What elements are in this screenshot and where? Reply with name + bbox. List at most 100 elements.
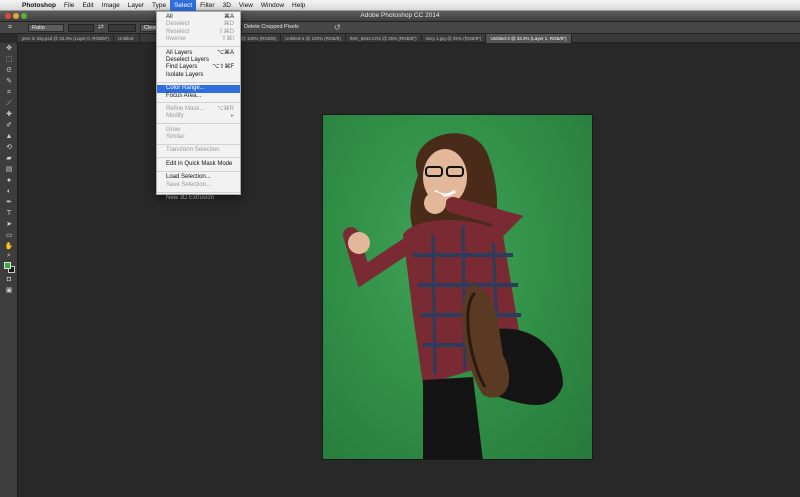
ratio-dropdown[interactable]: Ratio xyxy=(28,24,64,32)
menu-item-label: Focus Area... xyxy=(166,92,202,99)
menu-item-label: Color Range... xyxy=(166,85,205,92)
doc-tab[interactable]: Untitled-2 @ 100% (RGB/8) xyxy=(281,34,346,43)
blur-icon[interactable]: ● xyxy=(3,177,15,185)
menu-item-label: Edit in Quick Mask Mode xyxy=(166,160,233,167)
screen-mode-icon[interactable]: ▣ xyxy=(3,287,15,295)
menu-item-refine-mask: Refine Mask... ⌥⌘R xyxy=(157,106,240,113)
menu-item-edit-in-quick-mask-mode[interactable]: Edit in Quick Mask Mode xyxy=(157,161,240,168)
ratio-height-field[interactable] xyxy=(108,24,136,32)
menu-item-label: Find Layers xyxy=(166,64,198,71)
window-titlebar: Adobe Photoshop CC 2014 xyxy=(0,11,800,22)
menu-item-color-range[interactable]: Color Range... xyxy=(157,85,240,93)
menu-item-label: Deselect Layers xyxy=(166,56,210,63)
delete-cropped-label: Delete Cropped Pixels xyxy=(244,24,299,30)
eraser-icon[interactable]: ▰ xyxy=(3,155,15,163)
menu-item-similar: Similar xyxy=(157,134,240,141)
menu-item-grow: Grow xyxy=(157,127,240,134)
document-tabs: jenn in Sky.psd @ 33.3% (Layer 0, RGB/8*… xyxy=(18,34,800,43)
menu-file[interactable]: File xyxy=(60,0,78,11)
pen-icon[interactable]: ✒ xyxy=(3,199,15,207)
hand-icon[interactable]: ✋ xyxy=(3,243,15,251)
menu-separator xyxy=(157,191,240,193)
menu-help[interactable]: Help xyxy=(288,0,309,11)
menubar: Photoshop File Edit Image Layer Type Sel… xyxy=(0,0,800,11)
doc-tab[interactable]: IMG_6844.CR2 @ 25% (RGB/8*) xyxy=(346,34,422,43)
menu-image[interactable]: Image xyxy=(98,0,124,11)
menu-type[interactable]: Type xyxy=(148,0,170,11)
menu-photoshop[interactable]: Photoshop xyxy=(18,0,60,11)
select-menu-dropdown: All ⌘A Deselect ⌘D Reselect ⇧⌘D Inverse ⇧⌘I All … xyxy=(156,11,241,201)
menu-item-label: Deselect xyxy=(166,21,190,28)
ratio-width-field[interactable] xyxy=(68,24,94,32)
menu-item-transform-selection: Transform Selection xyxy=(157,147,240,154)
menu-view[interactable]: View xyxy=(235,0,257,11)
doc-tab[interactable]: sexy 1.jpg @ 25% (RGB/8*) xyxy=(422,34,487,43)
menu-separator xyxy=(157,157,240,159)
quick-select-icon[interactable]: ✎ xyxy=(3,78,15,86)
menu-item-label: All xyxy=(166,14,173,20)
menu-separator xyxy=(157,170,240,172)
menu-item-save-selection: Save Selection... xyxy=(157,182,240,189)
doc-tab[interactable]: jenn in Sky.psd @ 33.3% (Layer 0, RGB/8*… xyxy=(18,34,115,43)
menu-separator xyxy=(157,46,240,48)
dodge-icon[interactable]: ◐ xyxy=(3,188,15,196)
menu-item-label: Load Selection... xyxy=(166,174,211,181)
menu-separator xyxy=(157,143,240,145)
document-photo[interactable] xyxy=(322,114,593,460)
healing-icon[interactable]: ✚ xyxy=(3,111,15,119)
crop-icon[interactable]: ⌗ xyxy=(3,89,15,97)
eyedropper-icon[interactable]: ⟋ xyxy=(3,100,15,108)
menu-edit[interactable]: Edit xyxy=(78,0,97,11)
menu-item-isolate-layers[interactable]: Isolate Layers xyxy=(157,72,240,79)
brush-icon[interactable]: ✐ xyxy=(3,122,15,130)
menu-item-find-layers[interactable]: Find Layers ⌥⇧⌘F xyxy=(157,64,240,71)
menu-item-label: Similar xyxy=(166,134,185,141)
menu-window[interactable]: Window xyxy=(257,0,288,11)
menu-item-all-layers[interactable]: All Layers ⌥⌘A xyxy=(157,50,240,57)
move-icon[interactable]: ✥ xyxy=(3,45,15,53)
menu-item-shortcut: ⌘D xyxy=(223,21,234,28)
menu-item-focus-area[interactable]: Focus Area... xyxy=(157,93,240,100)
menu-item-label: Refine Mask... xyxy=(166,105,205,112)
marquee-icon[interactable]: ⬚ xyxy=(3,56,15,64)
menu-item-modify: Modify ▸ xyxy=(157,113,240,120)
foreground-color-swatch[interactable] xyxy=(4,262,11,269)
doc-tab-active[interactable]: Untitled-3 @ 33.3% (Layer 1, RGB/8*) xyxy=(486,34,572,43)
menu-item-shortcut: ⌥⌘A xyxy=(217,49,234,56)
menu-filter[interactable]: Filter xyxy=(196,0,218,11)
menu-item-shortcut: ⌥⇧⌘F xyxy=(212,64,234,71)
menu-separator xyxy=(157,102,240,104)
menu-item-load-selection[interactable]: Load Selection... xyxy=(157,174,240,181)
lasso-icon[interactable]: ᘓ xyxy=(3,67,15,75)
menu-item-deselect: Deselect ⌘D xyxy=(157,21,240,28)
photo-illustration xyxy=(343,133,563,459)
menu-item-label: Isolate Layers xyxy=(166,71,204,78)
path-select-icon[interactable]: ➤ xyxy=(3,221,15,229)
window-title: Adobe Photoshop CC 2014 xyxy=(360,12,440,19)
submenu-arrow-icon: ▸ xyxy=(230,113,234,120)
doc-tab[interactable]: Untitled- xyxy=(114,34,140,43)
gradient-icon[interactable]: ▤ xyxy=(3,166,15,174)
menu-3d[interactable]: 3D xyxy=(219,0,235,11)
menu-separator xyxy=(157,81,240,83)
menu-item-shortcut: ⌥⌘R xyxy=(216,105,234,112)
menu-item-label: Grow xyxy=(166,126,181,133)
menu-separator xyxy=(157,123,240,125)
menu-item-label: Modify xyxy=(166,113,184,120)
zoom-icon[interactable]: ⌕ xyxy=(3,252,15,260)
canvas-area[interactable] xyxy=(18,43,800,497)
type-icon[interactable]: T xyxy=(3,210,15,218)
menu-item-label: New 3D Extrusion xyxy=(166,195,215,202)
crop-tool-icon[interactable]: ⌗ xyxy=(8,24,12,32)
swap-icon[interactable]: ⇄ xyxy=(98,23,104,31)
reset-icon[interactable]: ↺ xyxy=(334,23,341,32)
quick-mask-icon[interactable]: ◘ xyxy=(3,276,15,284)
menu-layer[interactable]: Layer xyxy=(124,0,148,11)
clone-stamp-icon[interactable]: ▲ xyxy=(3,133,15,141)
tools-panel: ✥ ⬚ ᘓ ✎ ⌗ ⟋ ✚ ✐ ▲ ⟲ ▰ ▤ ● ◐ ✒ T ➤ ▭ ✋ ⌕ … xyxy=(0,43,18,497)
history-brush-icon[interactable]: ⟲ xyxy=(3,144,15,152)
menu-item-new-3d-extrusion: New 3D Extrusion xyxy=(157,195,240,202)
menu-item-label: All Layers xyxy=(166,49,193,56)
menu-select[interactable]: Select xyxy=(170,0,197,11)
shape-icon[interactable]: ▭ xyxy=(3,232,15,240)
